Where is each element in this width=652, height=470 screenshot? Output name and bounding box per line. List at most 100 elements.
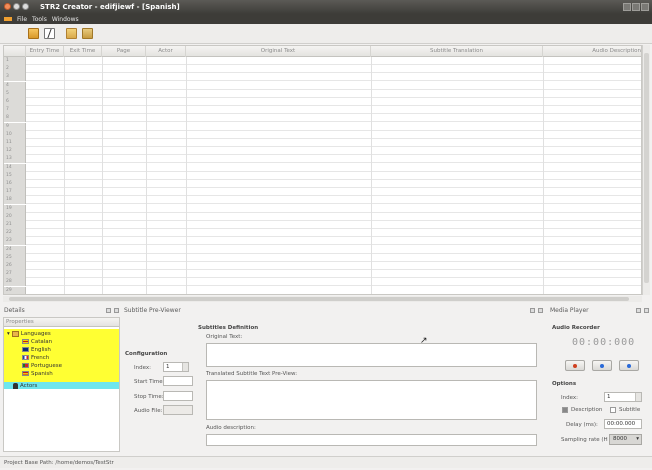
- column-header-exit-time[interactable]: Exit Time: [64, 46, 102, 57]
- play-button[interactable]: [592, 360, 612, 371]
- row-number[interactable]: 3: [4, 73, 26, 82]
- row-number[interactable]: 12: [4, 147, 26, 156]
- tree-item-english[interactable]: English: [22, 346, 51, 353]
- row-number[interactable]: 16: [4, 180, 26, 188]
- table-row[interactable]: 9: [4, 122, 641, 131]
- table-row[interactable]: 4: [4, 81, 641, 90]
- row-number[interactable]: 7: [4, 106, 26, 115]
- import-icon[interactable]: [66, 28, 77, 39]
- table-row[interactable]: 7: [4, 106, 641, 115]
- row-number[interactable]: 9: [4, 122, 26, 131]
- table-row[interactable]: 18: [4, 196, 641, 205]
- scrollbar-thumb[interactable]: [644, 53, 649, 283]
- index-spinner[interactable]: 1: [163, 362, 189, 372]
- row-number[interactable]: 27: [4, 270, 26, 279]
- close-icon[interactable]: [538, 308, 543, 313]
- row-number[interactable]: 14: [4, 163, 26, 172]
- menu-file[interactable]: File: [17, 16, 27, 23]
- row-number[interactable]: 21: [4, 221, 26, 229]
- table-row[interactable]: 6: [4, 98, 641, 106]
- table-row[interactable]: 15: [4, 171, 641, 180]
- column-header-audio-description[interactable]: Audio Description: [543, 46, 641, 57]
- stop-time-field[interactable]: [163, 391, 193, 401]
- delay-field[interactable]: 00:00.000: [604, 419, 642, 429]
- row-number[interactable]: 5: [4, 89, 26, 98]
- row-number[interactable]: 1: [4, 57, 26, 65]
- table-row[interactable]: 28: [4, 278, 641, 287]
- table-row[interactable]: 23: [4, 237, 641, 246]
- row-number[interactable]: 15: [4, 171, 26, 180]
- table-row[interactable]: 24: [4, 245, 641, 254]
- row-number[interactable]: 26: [4, 262, 26, 270]
- split-subtitle-icon[interactable]: [44, 28, 55, 39]
- table-row[interactable]: 29: [4, 286, 641, 294]
- menu-windows[interactable]: Windows: [52, 16, 79, 23]
- table-row[interactable]: 3: [4, 73, 641, 82]
- detach-icon[interactable]: [106, 308, 111, 313]
- detach-icon[interactable]: [636, 308, 641, 313]
- column-header-original-text[interactable]: Original Text: [186, 46, 371, 57]
- tree-node-actors[interactable]: Actors: [13, 382, 37, 389]
- table-row[interactable]: 22: [4, 229, 641, 238]
- table-row[interactable]: 20: [4, 212, 641, 221]
- column-header-actor[interactable]: Actor: [146, 46, 186, 57]
- menu-tools[interactable]: Tools: [32, 16, 47, 23]
- row-number[interactable]: 2: [4, 65, 26, 74]
- translated-preview-field[interactable]: [206, 380, 537, 420]
- row-number[interactable]: 20: [4, 212, 26, 221]
- table-row[interactable]: 19: [4, 204, 641, 213]
- description-checkbox[interactable]: [562, 407, 568, 413]
- table-row[interactable]: 5: [4, 89, 641, 98]
- close-window-button[interactable]: [4, 3, 11, 10]
- row-number[interactable]: 24: [4, 245, 26, 254]
- table-row[interactable]: 21: [4, 221, 641, 229]
- row-number[interactable]: 10: [4, 130, 26, 139]
- table-row[interactable]: 25: [4, 253, 641, 262]
- row-number[interactable]: 13: [4, 155, 26, 164]
- scrollbar-thumb[interactable]: [9, 297, 629, 301]
- export-icon[interactable]: [82, 28, 93, 39]
- tree-item-portuguese[interactable]: Portuguese: [22, 362, 62, 369]
- table-horizontal-scrollbar[interactable]: [3, 296, 642, 302]
- table-row[interactable]: 11: [4, 139, 641, 147]
- table-vertical-scrollbar[interactable]: [642, 45, 650, 295]
- stop-button[interactable]: [619, 360, 639, 371]
- table-row[interactable]: 1: [4, 57, 641, 65]
- row-number[interactable]: 17: [4, 188, 26, 197]
- table-row[interactable]: 27: [4, 270, 641, 279]
- row-number[interactable]: 28: [4, 278, 26, 287]
- tile-icon[interactable]: [632, 3, 640, 11]
- table-row[interactable]: 13: [4, 155, 641, 164]
- table-row[interactable]: 2: [4, 65, 641, 74]
- column-header-subtitle-translation[interactable]: Subtitle Translation: [371, 46, 543, 57]
- table-row[interactable]: 12: [4, 147, 641, 156]
- start-time-field[interactable]: [163, 376, 193, 386]
- detach-icon[interactable]: [530, 308, 535, 313]
- row-number[interactable]: 6: [4, 98, 26, 106]
- minimize-window-button[interactable]: [13, 3, 20, 10]
- row-number[interactable]: 18: [4, 196, 26, 205]
- sampling-rate-select[interactable]: 8000 ▾: [609, 434, 642, 445]
- row-number[interactable]: 19: [4, 204, 26, 213]
- row-number[interactable]: 23: [4, 237, 26, 246]
- record-button[interactable]: [565, 360, 585, 371]
- row-number[interactable]: 8: [4, 114, 26, 123]
- table-row[interactable]: 26: [4, 262, 641, 270]
- table-row[interactable]: 8: [4, 114, 641, 123]
- column-header-page[interactable]: Page: [102, 46, 146, 57]
- column-header-entry-time[interactable]: Entry Time: [26, 46, 64, 57]
- table-row[interactable]: 14: [4, 163, 641, 172]
- row-number[interactable]: 11: [4, 139, 26, 147]
- row-number[interactable]: 22: [4, 229, 26, 238]
- table-row[interactable]: 17: [4, 188, 641, 197]
- maximize-window-button[interactable]: [22, 3, 29, 10]
- subtitle-checkbox[interactable]: [610, 407, 616, 413]
- restore-icon[interactable]: [623, 3, 631, 11]
- row-number[interactable]: 25: [4, 253, 26, 262]
- close-icon[interactable]: [114, 308, 119, 313]
- table-row[interactable]: 16: [4, 180, 641, 188]
- media-index-spinner[interactable]: 1: [604, 392, 642, 402]
- tree-node-languages[interactable]: ▾ Languages: [7, 330, 51, 337]
- expand-toggle-icon[interactable]: ▾: [7, 331, 10, 337]
- audio-description-field[interactable]: [206, 434, 537, 446]
